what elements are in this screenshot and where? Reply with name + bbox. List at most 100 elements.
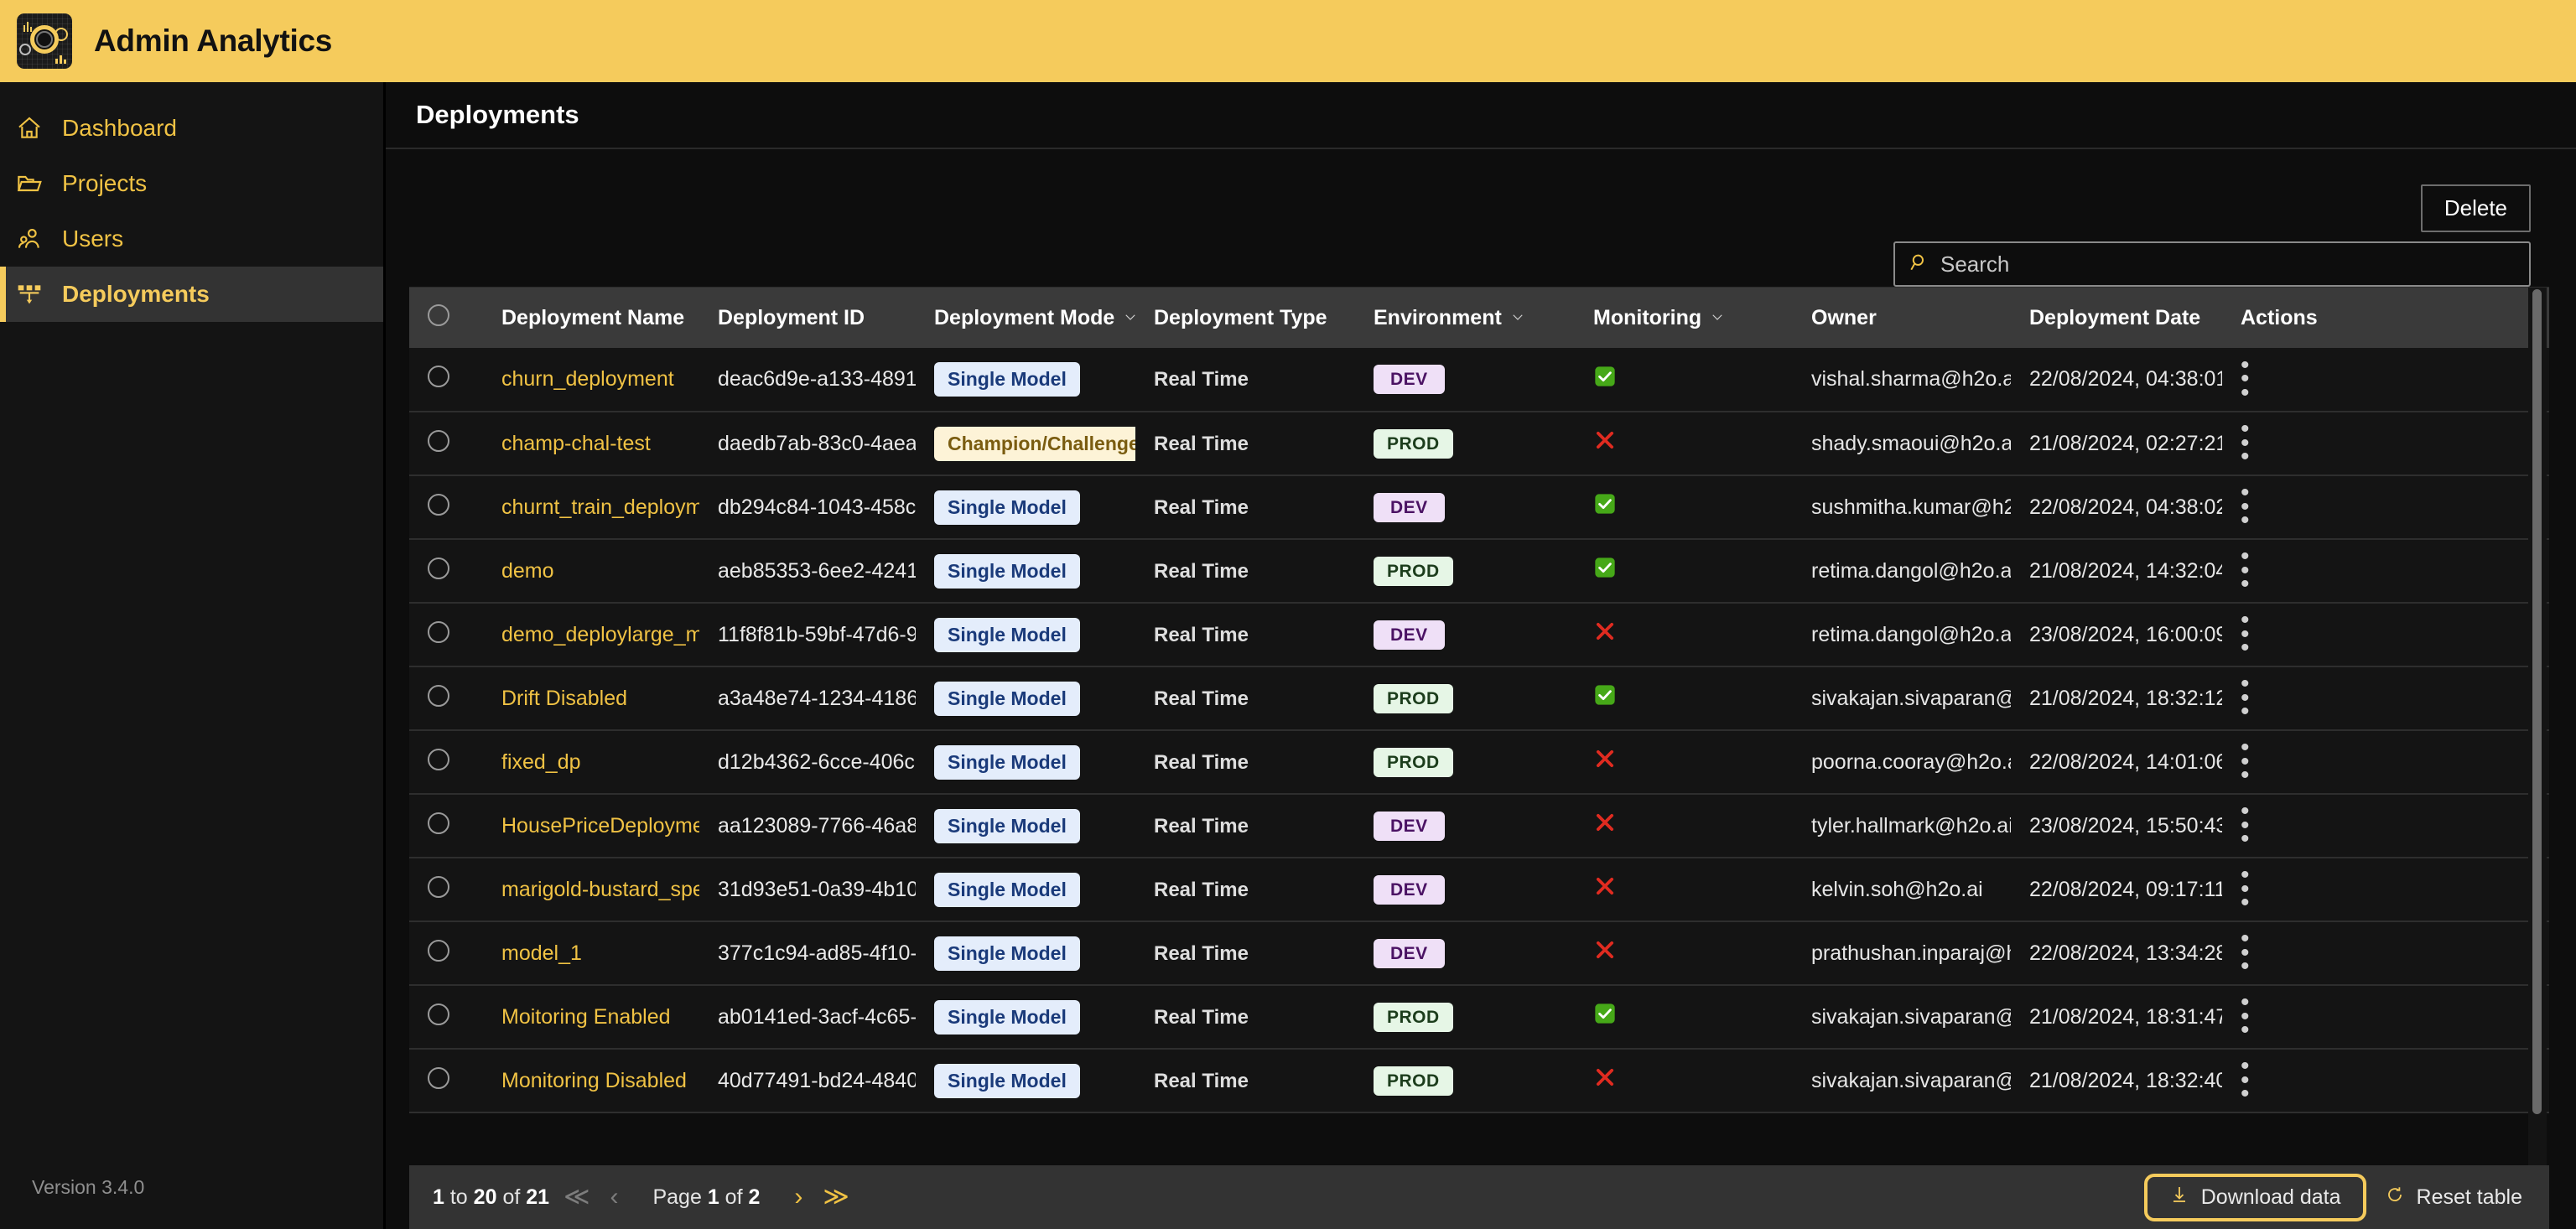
radio-unchecked-icon[interactable] — [428, 430, 449, 452]
chevron-down-icon[interactable] — [1123, 306, 1135, 330]
cell-actions[interactable]: ••• — [2222, 539, 2549, 603]
table-row[interactable]: model_1377c1c94-ad85-4f10-a3Single Model… — [409, 921, 2549, 985]
row-select-cell[interactable] — [409, 348, 483, 412]
row-select-cell[interactable] — [409, 921, 483, 985]
table-row[interactable]: champ-chal-testdaedb7ab-83c0-4aea-9Champ… — [409, 412, 2549, 475]
kebab-menu-icon[interactable]: ••• — [2241, 741, 2549, 783]
table-row[interactable]: fixed_dpd12b4362-6cce-406c-9Single Model… — [409, 730, 2549, 794]
deployment-name-link[interactable]: Drift Disabled — [501, 687, 699, 711]
deployment-name-link[interactable]: Moitoring Enabled — [501, 1005, 699, 1029]
cell-deployment-name[interactable]: Monitoring Disabled — [483, 1049, 699, 1112]
column-deployment-mode[interactable]: Deployment Mode — [916, 288, 1135, 348]
row-select-cell[interactable] — [409, 603, 483, 666]
cell-actions[interactable]: ••• — [2222, 348, 2549, 412]
cell-deployment-name[interactable]: Drift Disabled — [483, 666, 699, 730]
kebab-menu-icon[interactable]: ••• — [2241, 1060, 2549, 1102]
cell-actions[interactable]: ••• — [2222, 858, 2549, 921]
deployment-name-link[interactable]: demo_deploylarge_mojo — [501, 623, 699, 647]
radio-unchecked-icon[interactable] — [428, 876, 449, 898]
column-monitoring[interactable]: Monitoring — [1575, 288, 1793, 348]
kebab-menu-icon[interactable]: ••• — [2241, 550, 2549, 592]
kebab-menu-icon[interactable]: ••• — [2241, 677, 2549, 719]
table-row[interactable]: HousePriceDeploymentaa123089-7766-46a8-a… — [409, 794, 2549, 858]
table-vertical-scrollbar[interactable] — [2528, 288, 2547, 1165]
table-row[interactable]: churnt_train_deploymendb294c84-1043-458c… — [409, 475, 2549, 539]
prev-page-button[interactable]: ‹ — [604, 1185, 624, 1210]
cell-actions[interactable]: ••• — [2222, 730, 2549, 794]
table-row[interactable]: churn_deploymentdeac6d9e-a133-4891-8Sing… — [409, 348, 2549, 412]
cell-deployment-name[interactable]: champ-chal-test — [483, 412, 699, 475]
table-row[interactable]: Drift Disableda3a48e74-1234-4186-aSingle… — [409, 666, 2549, 730]
cell-deployment-name[interactable]: Moitoring Enabled — [483, 985, 699, 1049]
select-all-cell[interactable] — [409, 288, 483, 348]
cell-deployment-name[interactable]: churn_deployment — [483, 348, 699, 412]
column-owner[interactable]: Owner — [1793, 288, 2011, 348]
download-data-button[interactable]: Download data — [2144, 1174, 2366, 1221]
chevron-down-icon[interactable] — [1710, 306, 1725, 330]
scrollbar-thumb[interactable] — [2532, 289, 2542, 1114]
cell-deployment-name[interactable]: marigold-bustard_speed — [483, 858, 699, 921]
deployment-name-link[interactable]: model_1 — [501, 941, 699, 966]
radio-unchecked-icon[interactable] — [428, 621, 449, 643]
search-input[interactable] — [1940, 252, 2516, 277]
radio-unchecked-icon[interactable] — [428, 1003, 449, 1025]
radio-unchecked-icon[interactable] — [428, 304, 449, 326]
kebab-menu-icon[interactable]: ••• — [2241, 359, 2549, 401]
cell-deployment-name[interactable]: HousePriceDeployment — [483, 794, 699, 858]
kebab-menu-icon[interactable]: ••• — [2241, 423, 2549, 464]
column-environment[interactable]: Environment — [1355, 288, 1575, 348]
search-box[interactable] — [1893, 241, 2531, 287]
table-row[interactable]: Monitoring Disabled40d77491-bd24-4840-bS… — [409, 1049, 2549, 1112]
cell-deployment-name[interactable]: churnt_train_deploymen — [483, 475, 699, 539]
deployment-name-link[interactable]: champ-chal-test — [501, 432, 699, 456]
deployment-name-link[interactable]: HousePriceDeployment — [501, 814, 699, 838]
row-select-cell[interactable] — [409, 1049, 483, 1112]
radio-unchecked-icon[interactable] — [428, 812, 449, 834]
column-deployment-type[interactable]: Deployment Type — [1135, 288, 1355, 348]
row-select-cell[interactable] — [409, 858, 483, 921]
last-page-button[interactable]: ≫ — [817, 1185, 854, 1210]
row-select-cell[interactable] — [409, 475, 483, 539]
cell-actions[interactable]: ••• — [2222, 794, 2549, 858]
next-page-button[interactable]: › — [788, 1185, 808, 1210]
column-deployment-id[interactable]: Deployment ID — [699, 288, 916, 348]
cell-deployment-name[interactable]: demo — [483, 539, 699, 603]
kebab-menu-icon[interactable]: ••• — [2241, 996, 2549, 1038]
first-page-button[interactable]: ≪ — [558, 1185, 595, 1210]
delete-button[interactable]: Delete — [2421, 184, 2531, 232]
radio-unchecked-icon[interactable] — [428, 749, 449, 770]
radio-unchecked-icon[interactable] — [428, 1067, 449, 1089]
row-select-cell[interactable] — [409, 539, 483, 603]
cell-actions[interactable]: ••• — [2222, 1049, 2549, 1112]
table-row[interactable]: Moitoring Enabledab0141ed-3acf-4c65-82Si… — [409, 985, 2549, 1049]
sidebar-item-users[interactable]: Users — [0, 211, 383, 267]
deployment-name-link[interactable]: churnt_train_deploymen — [501, 495, 699, 520]
sidebar-item-deployments[interactable]: Deployments — [0, 267, 383, 322]
sidebar-item-dashboard[interactable]: Dashboard — [0, 101, 383, 156]
cell-actions[interactable]: ••• — [2222, 666, 2549, 730]
radio-unchecked-icon[interactable] — [428, 366, 449, 387]
cell-actions[interactable]: ••• — [2222, 412, 2549, 475]
radio-unchecked-icon[interactable] — [428, 685, 449, 707]
cell-deployment-name[interactable]: demo_deploylarge_mojo — [483, 603, 699, 666]
deployment-name-link[interactable]: fixed_dp — [501, 750, 699, 775]
radio-unchecked-icon[interactable] — [428, 557, 449, 579]
table-row[interactable]: marigold-bustard_speed31d93e51-0a39-4b10… — [409, 858, 2549, 921]
sidebar-item-projects[interactable]: Projects — [0, 156, 383, 211]
radio-unchecked-icon[interactable] — [428, 494, 449, 516]
table-row[interactable]: demo_deploylarge_mojo11f8f81b-59bf-47d6-… — [409, 603, 2549, 666]
kebab-menu-icon[interactable]: ••• — [2241, 486, 2549, 528]
kebab-menu-icon[interactable]: ••• — [2241, 805, 2549, 847]
row-select-cell[interactable] — [409, 985, 483, 1049]
table-row[interactable]: demoaeb85353-6ee2-4241-9Single ModelReal… — [409, 539, 2549, 603]
cell-deployment-name[interactable]: fixed_dp — [483, 730, 699, 794]
radio-unchecked-icon[interactable] — [428, 940, 449, 962]
cell-actions[interactable]: ••• — [2222, 475, 2549, 539]
cell-actions[interactable]: ••• — [2222, 603, 2549, 666]
reset-table-button[interactable]: Reset table — [2370, 1177, 2537, 1218]
row-select-cell[interactable] — [409, 412, 483, 475]
deployment-name-link[interactable]: marigold-bustard_speed — [501, 878, 699, 902]
row-select-cell[interactable] — [409, 730, 483, 794]
chevron-down-icon[interactable] — [1510, 306, 1525, 330]
cell-actions[interactable]: ••• — [2222, 985, 2549, 1049]
